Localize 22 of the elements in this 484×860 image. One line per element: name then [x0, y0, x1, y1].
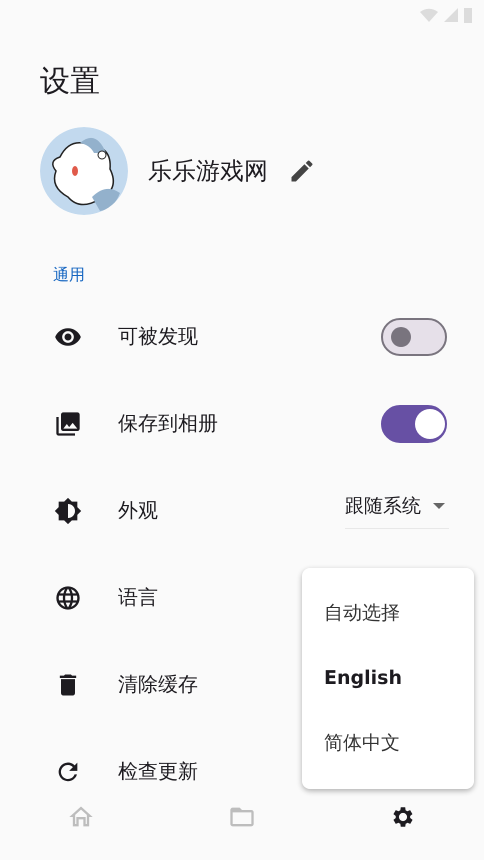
section-header: 通用: [52, 264, 85, 286]
signal-icon: [444, 8, 458, 22]
setting-label: 检查更新: [118, 758, 198, 785]
setting-label: 保存到相册: [118, 410, 218, 437]
wifi-icon: [420, 8, 438, 22]
setting-label: 清除缓存: [118, 671, 198, 698]
toggle-switch[interactable]: [381, 318, 447, 356]
caret-icon: [433, 502, 445, 510]
setting-label: 语言: [118, 584, 158, 611]
photos-icon: [54, 410, 82, 438]
toggle-switch[interactable]: [381, 404, 447, 442]
setting-label: 可被发现: [118, 323, 198, 350]
menu-item[interactable]: 简体中文: [302, 711, 474, 776]
brightness-icon: [54, 496, 82, 524]
menu-item[interactable]: English: [302, 646, 474, 711]
battery-icon: [464, 7, 472, 23]
setting-label: 外观: [118, 497, 158, 524]
page-title: 设置: [39, 63, 100, 101]
menu-item[interactable]: 自动选择: [302, 581, 474, 646]
profile-name: 乐乐游戏网: [148, 156, 268, 187]
appearance-dropdown[interactable]: 跟随系统: [345, 492, 449, 528]
globe-icon: [54, 584, 82, 612]
